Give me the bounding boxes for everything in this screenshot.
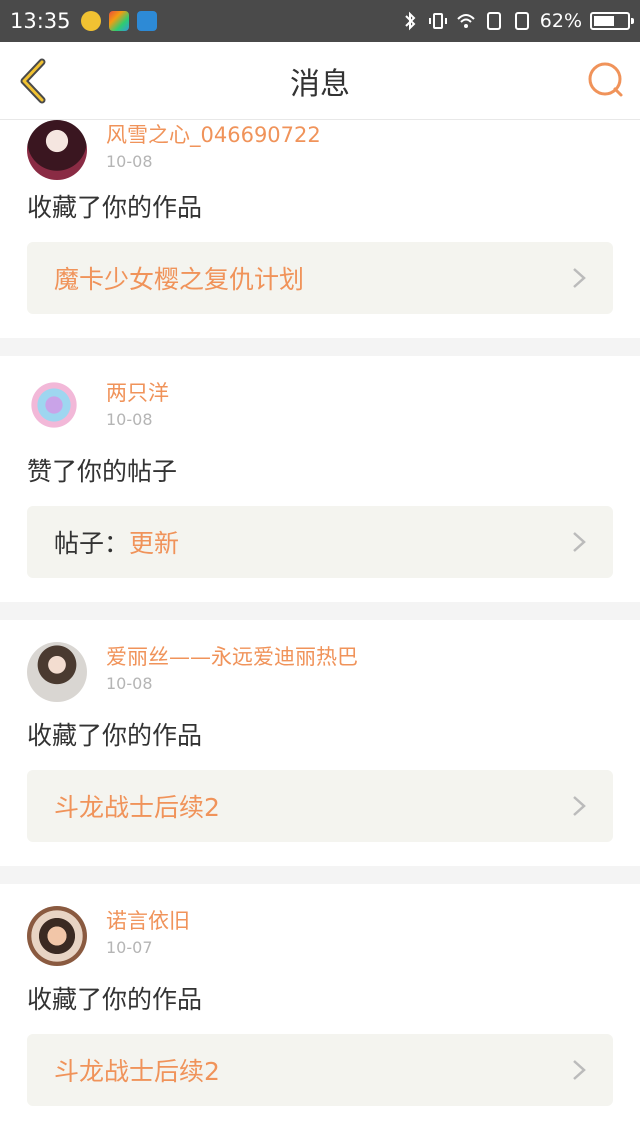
message-card: 爱丽丝——永远爱迪丽热巴 10-08 收藏了你的作品 斗龙战士后续2 <box>0 620 640 866</box>
message-date: 10-07 <box>106 938 153 957</box>
chevron-right-icon <box>573 1060 586 1080</box>
avatar[interactable] <box>27 642 87 702</box>
bluetooth-icon <box>405 11 416 31</box>
message-target-link[interactable]: 斗龙战士后续2 <box>27 1034 613 1106</box>
target-prefix: 帖子： <box>54 529 130 558</box>
message-target-link[interactable]: 魔卡少女樱之复仇计划 <box>27 242 613 314</box>
message-action: 收藏了你的作品 <box>27 985 203 1014</box>
user-name[interactable]: 两只洋 <box>106 378 169 408</box>
message-target-link[interactable]: 帖子： 更新 <box>27 506 613 578</box>
message-date: 10-08 <box>106 674 153 693</box>
user-name[interactable]: 风雪之心_046690722 <box>106 120 321 150</box>
chevron-right-icon <box>573 268 586 288</box>
battery-level <box>594 16 614 26</box>
chevron-left-icon[interactable] <box>14 56 54 106</box>
battery-percent: 62% <box>539 10 582 32</box>
message-action: 收藏了你的作品 <box>27 721 203 750</box>
app-notification-icon <box>80 11 101 31</box>
target-title: 斗龙战士后续2 <box>54 793 220 822</box>
chevron-right-icon <box>573 796 586 816</box>
status-bar: 13:35 62% <box>0 0 640 42</box>
vibrate-icon <box>428 13 447 29</box>
wifi-icon <box>457 14 475 28</box>
message-date: 10-08 <box>106 410 153 429</box>
screenshot-icon <box>136 11 157 31</box>
page-title: 消息 <box>290 66 350 102</box>
sim-icon <box>486 12 501 30</box>
message-action: 赞了你的帖子 <box>27 457 178 486</box>
avatar[interactable] <box>27 120 87 180</box>
status-time: 13:35 <box>10 9 71 33</box>
chevron-right-icon <box>573 532 586 552</box>
message-card: 风雪之心_046690722 10-08 收藏了你的作品 魔卡少女樱之复仇计划 <box>0 120 640 338</box>
message-card: 两只洋 10-08 赞了你的帖子 帖子： 更新 <box>0 356 640 602</box>
header: 消息 <box>0 42 640 120</box>
app-notification-icon <box>108 11 129 31</box>
target-title: 魔卡少女樱之复仇计划 <box>54 265 305 294</box>
search-icon[interactable] <box>586 60 626 100</box>
message-action: 收藏了你的作品 <box>27 193 203 222</box>
message-card: 诺言依旧 10-07 收藏了你的作品 斗龙战士后续2 <box>0 884 640 1138</box>
user-name[interactable]: 爱丽丝——永远爱迪丽热巴 <box>106 642 358 672</box>
avatar[interactable] <box>27 906 87 966</box>
avatar[interactable] <box>27 378 87 438</box>
target-title: 斗龙战士后续2 <box>54 1057 220 1086</box>
sim-icon <box>514 12 529 30</box>
user-name[interactable]: 诺言依旧 <box>106 906 190 936</box>
battery-icon <box>590 12 634 30</box>
target-title: 更新 <box>129 529 180 558</box>
message-date: 10-08 <box>106 152 153 171</box>
message-target-link[interactable]: 斗龙战士后续2 <box>27 770 613 842</box>
